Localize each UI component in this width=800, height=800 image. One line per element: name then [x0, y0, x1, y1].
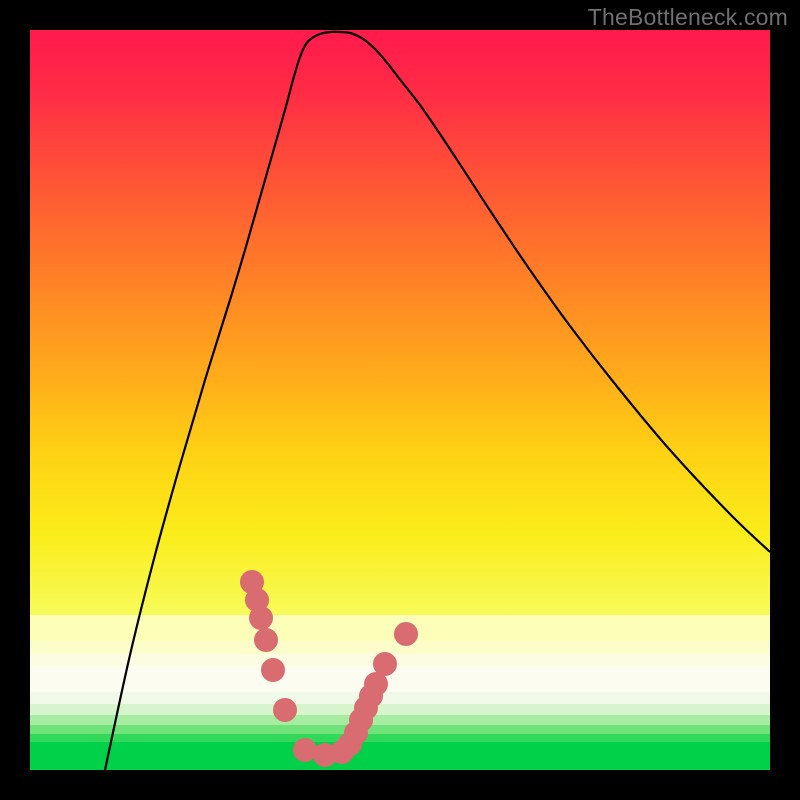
highlight-point: [293, 738, 317, 762]
highlight-point: [394, 622, 418, 646]
highlight-point: [273, 698, 297, 722]
marker-layer: [30, 30, 770, 770]
highlight-point: [254, 628, 278, 652]
highlight-point: [261, 658, 285, 682]
plot-area: [30, 30, 770, 770]
chart-frame: TheBottleneck.com: [0, 0, 800, 800]
highlight-points: [240, 570, 418, 767]
attribution-text: TheBottleneck.com: [588, 4, 788, 31]
highlight-point: [373, 652, 397, 676]
highlight-point: [249, 606, 273, 630]
